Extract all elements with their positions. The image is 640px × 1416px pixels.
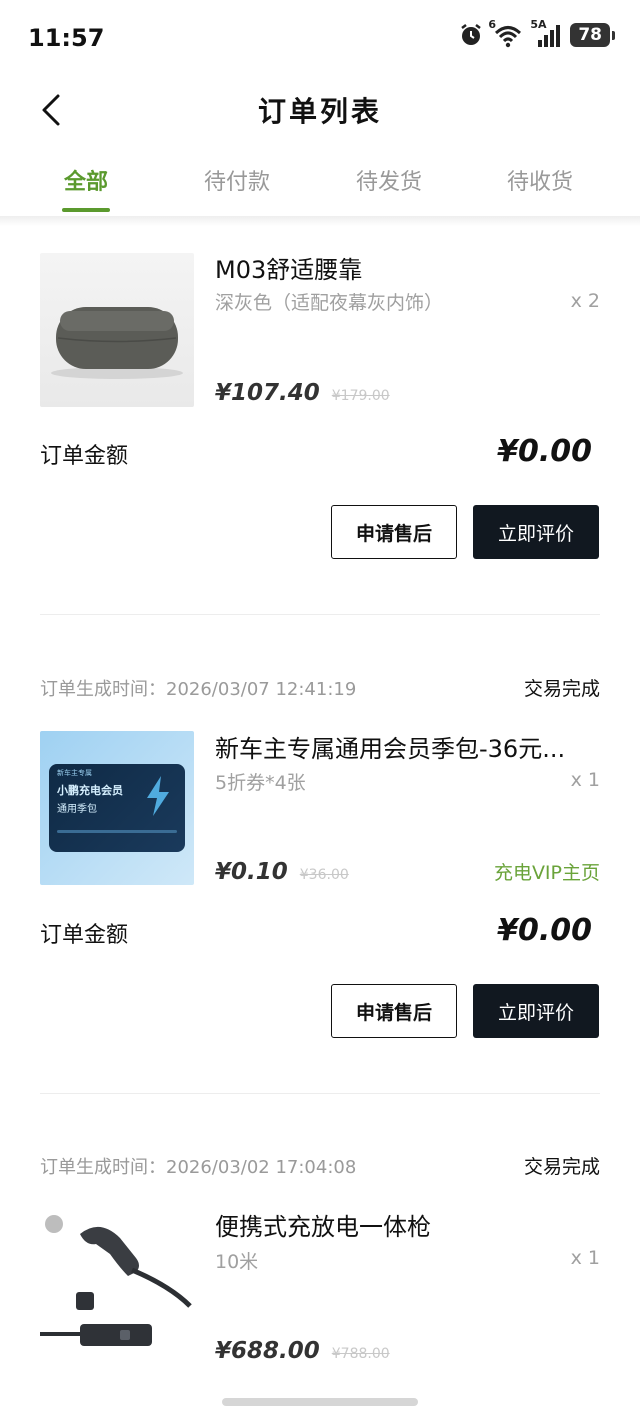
product-spec: 深灰色（适配夜幕灰内饰） [215,292,444,314]
product-name[interactable]: M03舒适腰靠 [215,250,600,285]
product-thumbnail-vip-pack[interactable]: 新车主专属 小鹏充电会员 通用季包 [40,731,194,885]
product-original-price: ¥36.00 [299,867,349,883]
vip-card-title-1: 小鹏充电会员 [57,784,123,797]
product-quantity: x 1 [570,1247,600,1269]
status-time: 11:57 [28,24,105,52]
tab-pending-shipment[interactable]: 待发货 [334,164,444,196]
product-name[interactable]: 便携式充放电一体枪 [215,1207,600,1242]
product-thumbnail-lumbar-pillow[interactable] [40,253,194,407]
review-button[interactable]: 立即评价 [473,505,599,559]
status-bar: 11:57 6 5A 78 [0,0,640,80]
tabs-shadow [0,216,640,226]
product-price: ¥0.10 [215,859,288,885]
order-total-value: ¥0.00 [497,434,592,469]
product-quantity: x 2 [570,290,600,312]
order-status: 交易完成 [523,678,600,700]
vip-card-image: 新车主专属 小鹏充电会员 通用季包 [49,764,185,852]
order-time: 订单生成时间：2026/03/02 17:04:08 [40,1157,357,1178]
vip-card-footer-line [57,830,177,833]
page-title: 订单列表 [257,95,382,128]
product-spec: 10米 [215,1251,259,1273]
order-status: 交易完成 [523,1156,600,1178]
network-label: 6 [488,18,496,31]
lightning-icon [147,776,169,816]
vip-card-tag: 新车主专属 [57,769,92,777]
product-price: ¥107.40 [215,380,320,406]
lumbar-pillow-image [51,307,183,379]
vip-card-title-2: 通用季包 [57,804,97,815]
order-total-label: 订单金额 [40,923,129,948]
header: 订单列表 [0,80,640,140]
product-quantity: x 1 [570,769,600,791]
tab-all[interactable]: 全部 [31,164,141,196]
product-spec: 5折券*4张 [215,772,306,794]
tab-active-indicator [62,208,110,212]
signal-icon: 5A [530,18,562,48]
review-button[interactable]: 立即评价 [473,984,599,1038]
signal-label: 5A [530,18,547,31]
alarm-icon [458,22,484,48]
order-divider [40,1093,600,1094]
after-sale-button[interactable]: 申请售后 [331,505,457,559]
charging-gun-image [40,1215,192,1346]
product-price: ¥688.00 [215,1338,320,1364]
product-original-price: ¥179.00 [331,388,390,404]
tab-pending-receipt[interactable]: 待收货 [485,164,595,196]
product-price-row: ¥107.40 ¥179.00 [215,380,390,406]
product-name[interactable]: 新车主专属通用会员季包-36元... [215,729,600,764]
product-thumbnail-charging-gun[interactable] [40,1210,194,1364]
wifi-icon: 6 [488,18,524,48]
tab-bar: 全部 待付款 待发货 待收货 [0,150,640,216]
product-price-row: ¥0.10 ¥36.00 [215,859,349,885]
status-icons: 6 5A 78 [458,18,615,48]
order-total-label: 订单金额 [40,444,129,469]
order-time: 订单生成时间：2026/03/07 12:41:19 [40,679,357,700]
order-divider [40,614,600,615]
battery-indicator: 78 [570,23,615,47]
vip-homepage-link[interactable]: 充电VIP主页 [494,858,600,885]
product-price-row: ¥688.00 ¥788.00 [215,1338,390,1364]
tab-pending-payment[interactable]: 待付款 [182,164,292,196]
after-sale-button[interactable]: 申请售后 [331,984,457,1038]
order-total-value: ¥0.00 [497,913,592,948]
home-indicator[interactable] [222,1398,418,1406]
product-original-price: ¥788.00 [331,1346,390,1362]
